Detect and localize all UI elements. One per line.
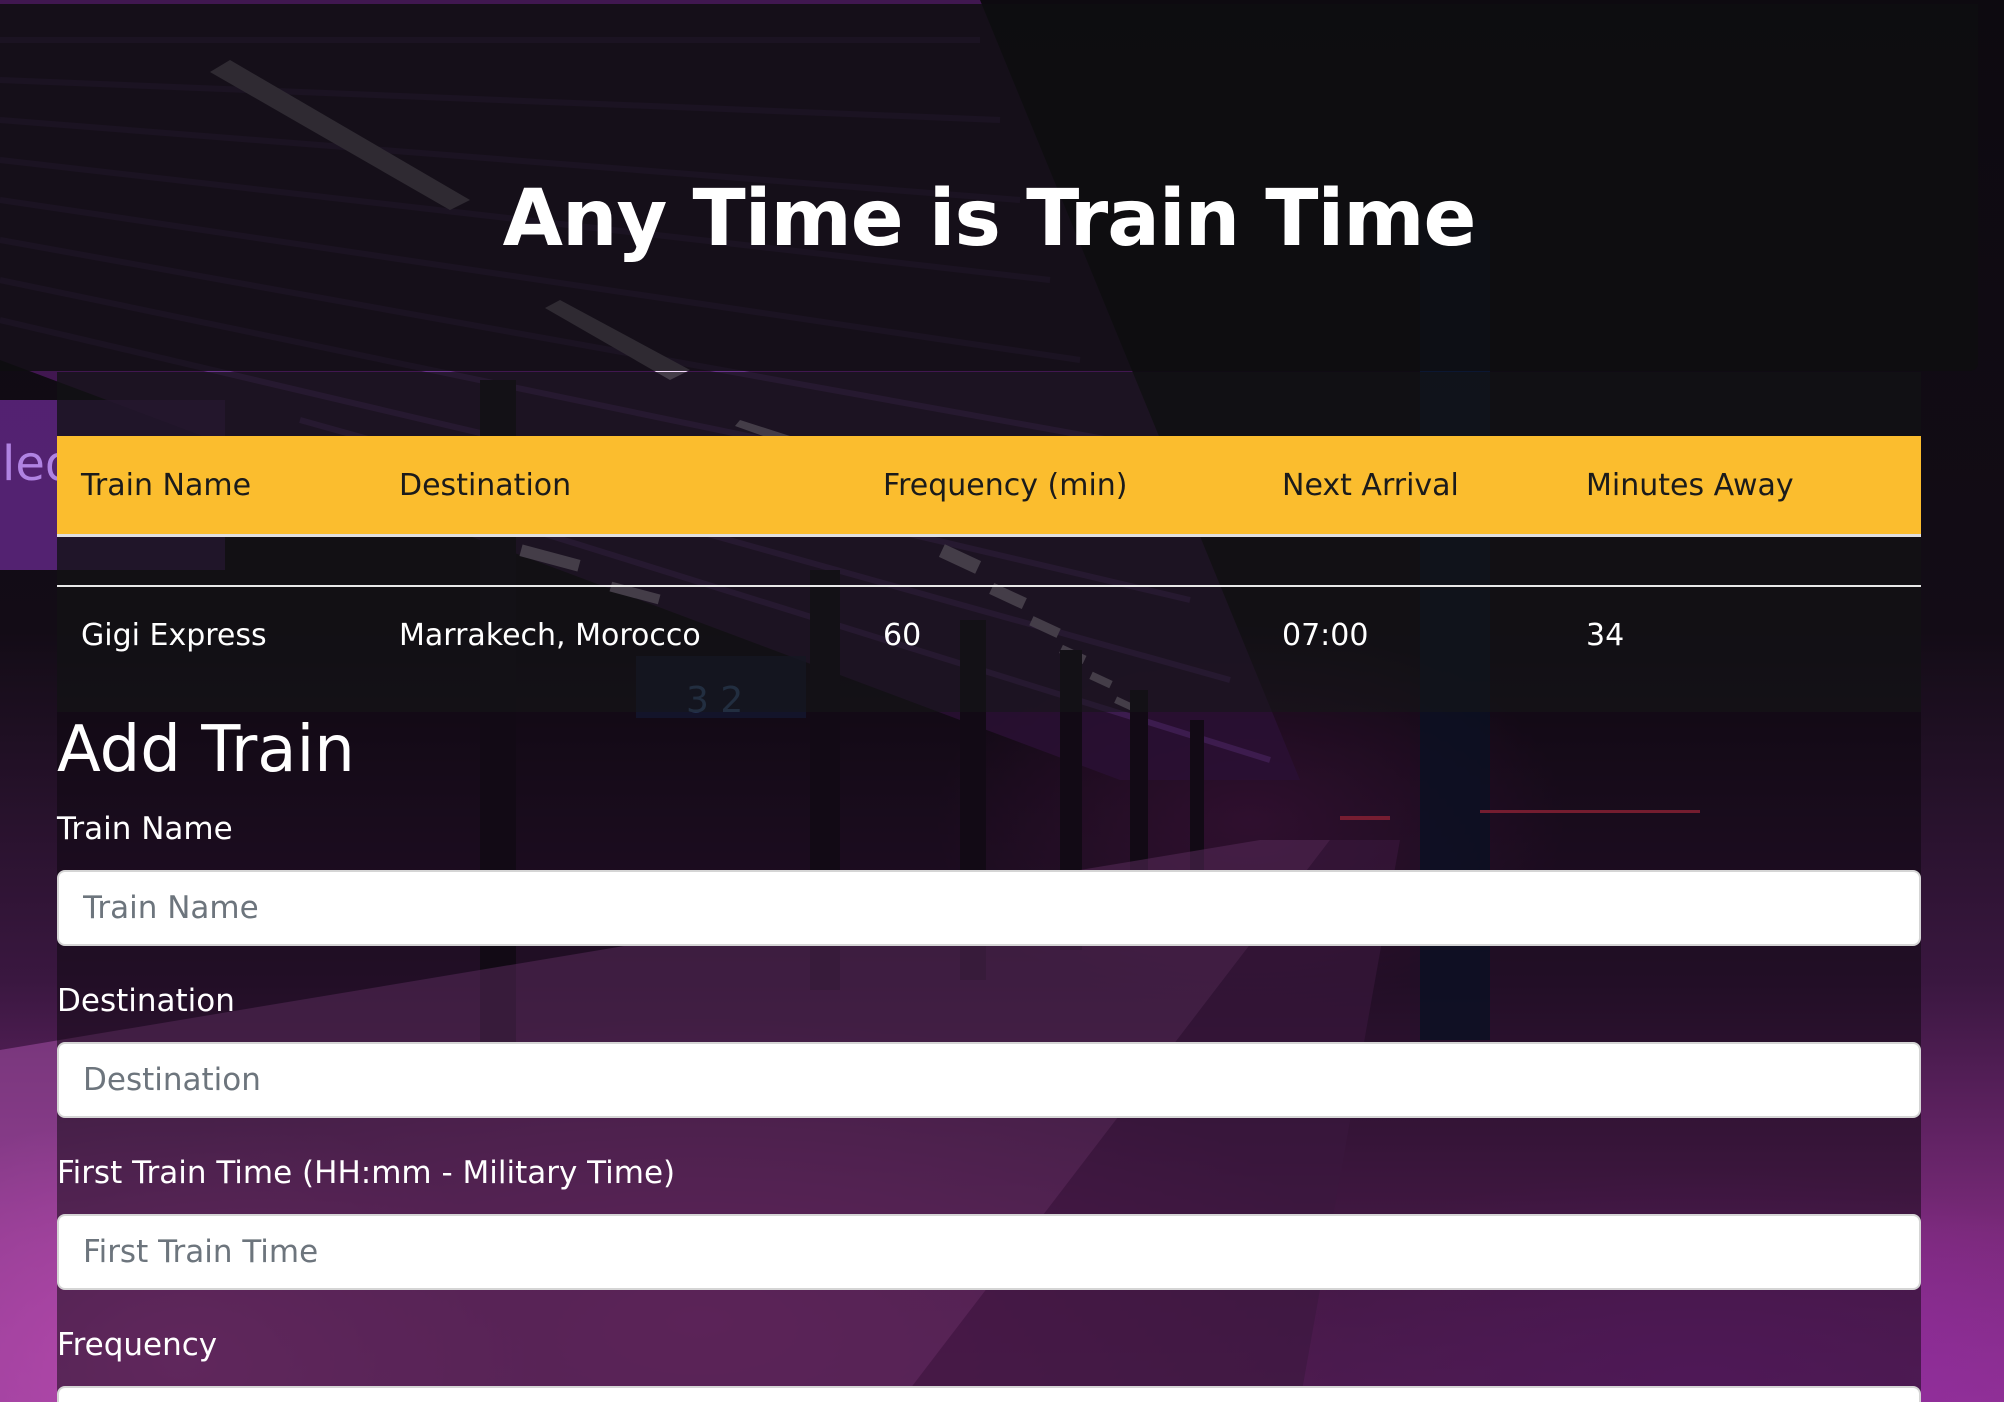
cell-train-name: Gigi Express (81, 617, 267, 653)
cell-minutes-away: 34 (1586, 617, 1625, 653)
table-row: Gigi Express Marrakech, Morocco 60 07:00… (57, 586, 1921, 683)
column-header-train-name: Train Name (57, 436, 375, 537)
column-header-frequency: Frequency (min) (859, 436, 1258, 537)
column-header-next-arrival: Next Arrival (1258, 436, 1562, 537)
destination-input[interactable] (57, 1042, 1921, 1118)
frequency-input[interactable] (57, 1386, 1921, 1402)
table-divider (57, 535, 1921, 587)
column-header-destination: Destination (375, 436, 859, 537)
destination-label: Destination (57, 983, 235, 1019)
cell-frequency: 60 (883, 617, 922, 653)
frequency-label: Frequency (57, 1327, 218, 1363)
train-schedule-table: Train Name Destination Frequency (min) N… (57, 436, 1921, 683)
cell-destination: Marrakech, Morocco (399, 617, 701, 653)
train-name-input[interactable] (57, 870, 1921, 946)
first-train-time-label: First Train Time (HH:mm - Military Time) (57, 1155, 676, 1191)
column-header-minutes-away: Minutes Away (1562, 436, 1921, 537)
add-train-heading: Add Train (57, 713, 355, 787)
first-train-time-input[interactable] (57, 1214, 1921, 1290)
train-name-label: Train Name (57, 811, 233, 847)
cell-next-arrival: 07:00 (1282, 617, 1369, 653)
table-divider-row (57, 535, 1921, 587)
table-header-row: Train Name Destination Frequency (min) N… (57, 436, 1921, 537)
page-title: Any Time is Train Time (502, 174, 1477, 265)
